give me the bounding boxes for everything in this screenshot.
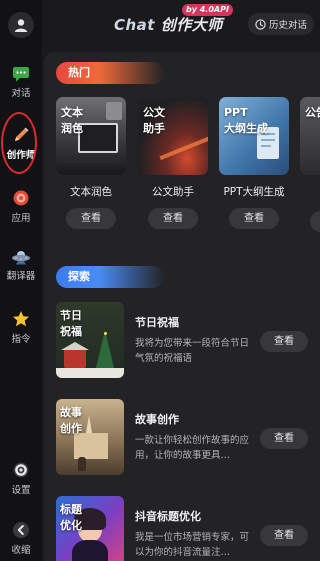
sidebar-item-label: 指令 [11, 334, 31, 345]
view-button-partial[interactable] [310, 211, 320, 232]
view-button[interactable]: 查看 [260, 428, 308, 449]
list-item[interactable]: 故事 创作 故事创作 一款让你轻松创作故事的应用，让你的故事更具… 查看 [56, 399, 320, 479]
list-item[interactable]: 节日 祝福 节日祝福 我将为您带来一段符合节日气氛的祝福语 查看 [56, 302, 320, 382]
view-button[interactable]: 查看 [66, 208, 116, 229]
app-name-prefix: Chat [114, 16, 155, 34]
sidebar-item-label: 设置 [11, 485, 31, 496]
list-item-description: 一款让你轻松创作故事的应用，让你的故事更具… [135, 435, 250, 461]
ufo-icon [12, 251, 30, 265]
sidebar-item-apps[interactable]: 应用 [0, 189, 42, 224]
card-title: PPT大纲生成 [223, 186, 285, 198]
sidebar-item-label: 收缩 [11, 545, 31, 556]
list-overlay-text: 标题 优化 [60, 503, 82, 532]
sidebar-item-collapse[interactable]: 收缩 [0, 521, 42, 556]
sidebar-item-chat[interactable]: 对话 [0, 66, 42, 99]
sidebar-item-label: 翻译器 [6, 271, 36, 282]
card-thumbnail: 文本 润色 [56, 97, 126, 175]
sidebar-item-label: 对话 [11, 88, 31, 99]
main-panel: 热门 文本 润色 文本润色 查看 公文 助手 公文助手 查看 PPT 大纲生成 PPT… [44, 52, 320, 561]
chat-bubble-icon [13, 67, 29, 82]
collapse-icon [13, 522, 29, 538]
list-item-description: 我是一位市场营销专家，可以为你的抖音流量注… [135, 532, 250, 558]
view-button[interactable]: 查看 [229, 208, 279, 229]
list-overlay-text: 节日 祝福 [60, 309, 82, 338]
hot-card[interactable]: 文本 润色 文本润色 查看 [56, 97, 126, 229]
app-name-suffix: 创作大师 [160, 16, 223, 34]
card-overlay-text: 公文 助手 [143, 106, 165, 135]
star-icon [13, 311, 29, 327]
view-button[interactable]: 查看 [260, 525, 308, 546]
section-hot-label: 热门 [56, 62, 164, 84]
view-button[interactable]: 查看 [260, 331, 308, 352]
card-thumbnail: PPT 大纲生成 [219, 97, 289, 175]
section-explore-label: 探索 [56, 266, 164, 288]
sidebar-item-commands[interactable]: 指令 [0, 310, 42, 345]
list-item-title: 抖音标题优化 [135, 510, 201, 523]
list-item[interactable]: 标题 优化 抖音标题优化 我是一位市场营销专家，可以为你的抖音流量注… 查看 [56, 496, 320, 561]
hot-card[interactable]: 公文 助手 公文助手 查看 [138, 97, 208, 229]
list-item-title: 节日祝福 [135, 316, 179, 329]
card-overlay-text: 公告 [305, 106, 320, 119]
list-item-description: 我将为您带来一段符合节日气氛的祝福语 [135, 338, 250, 364]
list-thumbnail: 故事 创作 [56, 399, 124, 475]
gear-icon [13, 462, 29, 478]
clock-icon [255, 18, 266, 30]
hot-card[interactable]: 公告 [300, 97, 320, 232]
history-label: 历史对话 [268, 20, 307, 31]
card-overlay-text: 文本 润色 [61, 106, 83, 135]
version-badge: by 4.0API [182, 4, 233, 16]
card-thumbnail: 公告 [300, 97, 320, 175]
sidebar-item-translator[interactable]: 翻译器 [0, 249, 42, 282]
view-button[interactable]: 查看 [148, 208, 198, 229]
list-thumbnail: 节日 祝福 [56, 302, 124, 378]
sidebar: 对话 创作师 应用 翻译器 指令 设置 收缩 [0, 0, 42, 561]
list-overlay-text: 故事 创作 [60, 406, 82, 435]
sidebar-item-label: 应用 [11, 213, 31, 224]
list-thumbnail: 标题 优化 [56, 496, 124, 561]
card-title: 公文助手 [152, 186, 194, 198]
app-icon [13, 190, 29, 206]
sidebar-item-settings[interactable]: 设置 [0, 461, 42, 496]
app-header: Chat 创作大师 by 4.0API 历史对话 [42, 0, 320, 44]
list-item-title: 故事创作 [135, 413, 179, 426]
hot-card[interactable]: PPT 大纲生成 PPT大纲生成 查看 [219, 97, 289, 229]
user-icon [14, 19, 28, 32]
card-thumbnail: 公文 助手 [138, 97, 208, 175]
card-overlay-text: PPT 大纲生成 [224, 106, 268, 135]
history-button[interactable]: 历史对话 [248, 13, 314, 35]
card-title: 文本润色 [70, 186, 112, 198]
app-logo: Chat 创作大师 [114, 14, 223, 35]
highlight-circle [1, 112, 37, 174]
avatar[interactable] [8, 12, 34, 38]
